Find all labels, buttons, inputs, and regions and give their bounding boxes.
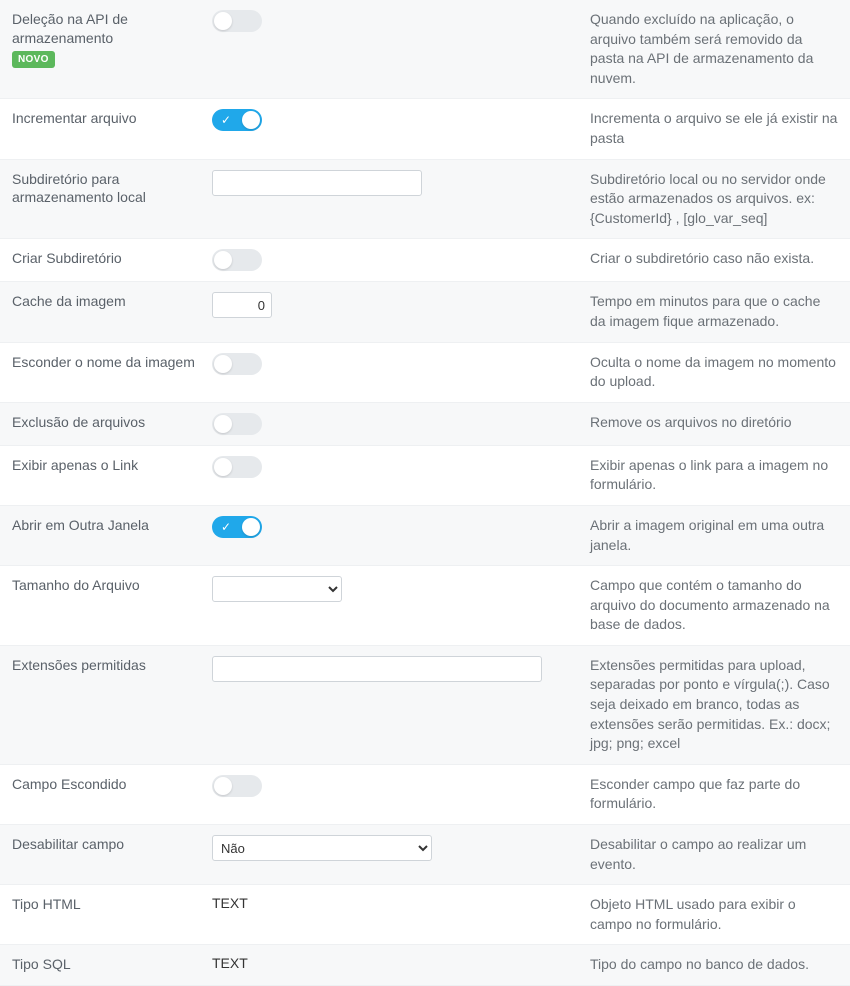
- file-size-label: Tamanho do Arquivo: [12, 576, 212, 595]
- open-new-win-toggle[interactable]: ✓: [212, 516, 262, 538]
- api-delete-desc: Quando excluído na aplicação, o arquivo …: [582, 10, 838, 88]
- row-hidden-field: Campo Escondido ✓ Esconder campo que faz…: [0, 765, 850, 825]
- api-delete-toggle[interactable]: ✓: [212, 10, 262, 32]
- delete-files-desc: Remove os arquivos no diretório: [582, 413, 838, 433]
- subdir-desc: Subdiretório local ou no servidor onde e…: [582, 170, 838, 229]
- html-type-desc: Objeto HTML usado para exibir o campo no…: [582, 895, 838, 934]
- html-type-value: TEXT: [212, 895, 248, 911]
- allowed-ext-input[interactable]: [212, 656, 542, 682]
- disable-field-select[interactable]: Não: [212, 835, 432, 861]
- row-disable-field: Desabilitar campo Não Desabilitar o camp…: [0, 825, 850, 885]
- file-size-select[interactable]: [212, 576, 342, 602]
- row-open-new-win: Abrir em Outra Janela ✓ Abrir a imagem o…: [0, 506, 850, 566]
- show-link-only-toggle[interactable]: ✓: [212, 456, 262, 478]
- img-cache-input[interactable]: [212, 292, 272, 318]
- check-icon: ✓: [221, 114, 231, 126]
- show-link-only-label: Exibir apenas o Link: [12, 456, 212, 475]
- check-icon: ✓: [221, 521, 231, 533]
- open-new-win-label: Abrir em Outra Janela: [12, 516, 212, 535]
- delete-files-label: Exclusão de arquivos: [12, 413, 212, 432]
- row-hide-img-name: Esconder o nome da imagem ✓ Oculta o nom…: [0, 343, 850, 403]
- allowed-ext-desc: Extensões permitidas para upload, separa…: [582, 656, 838, 754]
- img-cache-desc: Tempo em minutos para que o cache da ima…: [582, 292, 838, 331]
- create-subdir-toggle[interactable]: ✓: [212, 249, 262, 271]
- row-create-subdir: Criar Subdiretório ✓ Criar o subdiretóri…: [0, 239, 850, 282]
- sql-type-value: TEXT: [212, 955, 248, 971]
- subdir-label: Subdiretório para armazenamento local: [12, 170, 212, 208]
- allowed-ext-label: Extensões permitidas: [12, 656, 212, 675]
- new-badge: NOVO: [12, 51, 55, 69]
- row-increment: Incrementar arquivo ✓ Incrementa o arqui…: [0, 99, 850, 159]
- row-subdir: Subdiretório para armazenamento local Su…: [0, 160, 850, 240]
- disable-field-desc: Desabilitar o campo ao realizar um event…: [582, 835, 838, 874]
- subdir-input[interactable]: [212, 170, 422, 196]
- row-delete-files: Exclusão de arquivos ✓ Remove os arquivo…: [0, 403, 850, 446]
- row-img-cache: Cache da imagem Tempo em minutos para qu…: [0, 282, 850, 342]
- row-allowed-ext: Extensões permitidas Extensões permitida…: [0, 646, 850, 765]
- increment-toggle[interactable]: ✓: [212, 109, 262, 131]
- hidden-field-toggle[interactable]: ✓: [212, 775, 262, 797]
- hide-img-name-toggle[interactable]: ✓: [212, 353, 262, 375]
- row-sql-type: Tipo SQL TEXT Tipo do campo no banco de …: [0, 945, 850, 986]
- hide-img-name-label: Esconder o nome da imagem: [12, 353, 212, 372]
- hide-img-name-desc: Oculta o nome da imagem no momento do up…: [582, 353, 838, 392]
- api-delete-label: Deleção na API de armazenamento: [12, 11, 128, 46]
- img-cache-label: Cache da imagem: [12, 292, 212, 311]
- increment-label: Incrementar arquivo: [12, 109, 212, 128]
- hidden-field-label: Campo Escondido: [12, 775, 212, 794]
- row-file-size: Tamanho do Arquivo Campo que contém o ta…: [0, 566, 850, 646]
- row-show-link-only: Exibir apenas o Link ✓ Exibir apenas o l…: [0, 446, 850, 506]
- html-type-label: Tipo HTML: [12, 895, 212, 914]
- open-new-win-desc: Abrir a imagem original em uma outra jan…: [582, 516, 838, 555]
- sql-type-desc: Tipo do campo no banco de dados.: [582, 955, 838, 975]
- increment-desc: Incrementa o arquivo se ele já existir n…: [582, 109, 838, 148]
- disable-field-label: Desabilitar campo: [12, 835, 212, 854]
- sql-type-label: Tipo SQL: [12, 955, 212, 974]
- create-subdir-desc: Criar o subdiretório caso não exista.: [582, 249, 838, 269]
- create-subdir-label: Criar Subdiretório: [12, 249, 212, 268]
- row-api-delete: Deleção na API de armazenamento NOVO ✓ Q…: [0, 0, 850, 99]
- delete-files-toggle[interactable]: ✓: [212, 413, 262, 435]
- show-link-only-desc: Exibir apenas o link para a imagem no fo…: [582, 456, 838, 495]
- hidden-field-desc: Esconder campo que faz parte do formulár…: [582, 775, 838, 814]
- row-html-type: Tipo HTML TEXT Objeto HTML usado para ex…: [0, 885, 850, 945]
- file-size-desc: Campo que contém o tamanho do arquivo do…: [582, 576, 838, 635]
